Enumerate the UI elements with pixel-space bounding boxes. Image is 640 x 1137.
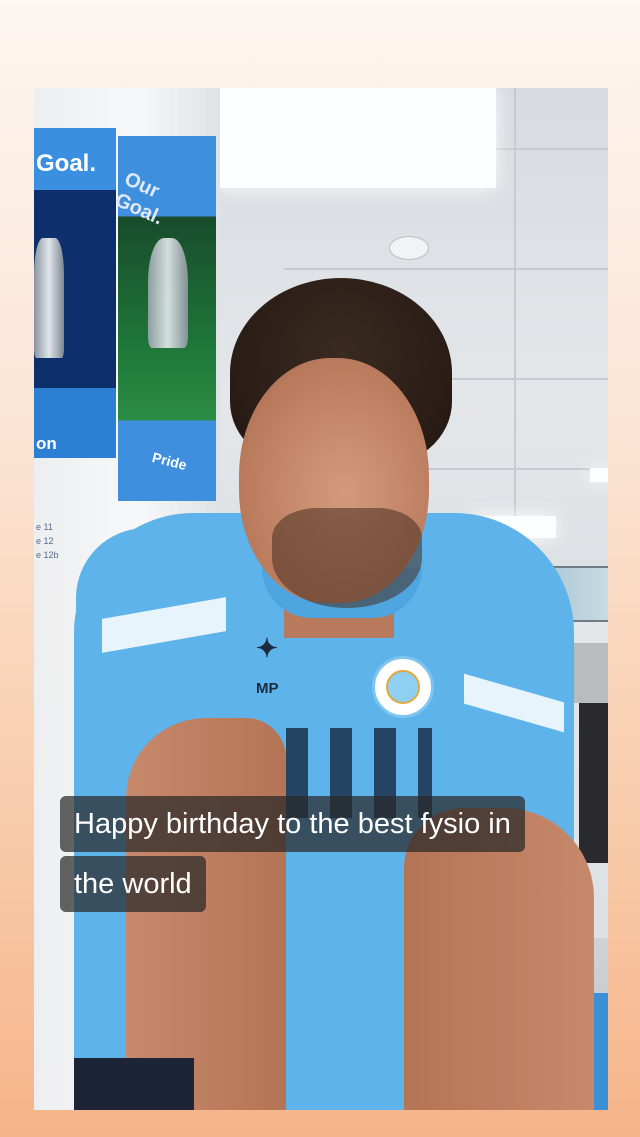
right-arm — [404, 808, 594, 1110]
trophy-icon — [148, 238, 188, 348]
trophy-icon — [34, 238, 64, 358]
puma-logo-icon: ✦ — [256, 633, 278, 663]
poster-on-text: on — [36, 434, 57, 453]
story-caption-line: the world — [60, 856, 206, 912]
poster-goal-text: Goal. — [36, 150, 97, 177]
shirt-initials: MP — [256, 680, 279, 697]
whiteboard-notes: e 11 e 12 e 12b — [36, 522, 59, 560]
ceiling-light — [214, 88, 496, 188]
beard — [272, 508, 422, 608]
shorts — [74, 1058, 194, 1110]
story-photo: Goal. Our Goal. on Pride e 11 e 12 e 12b… — [34, 88, 608, 1110]
left-arm — [126, 718, 286, 1110]
ceiling-light — [590, 468, 608, 482]
smoke-detector — [389, 236, 429, 260]
story-caption-line: Happy birthday to the best fysio in — [60, 796, 525, 852]
club-crest-icon — [372, 656, 434, 718]
cabinet — [579, 703, 608, 863]
